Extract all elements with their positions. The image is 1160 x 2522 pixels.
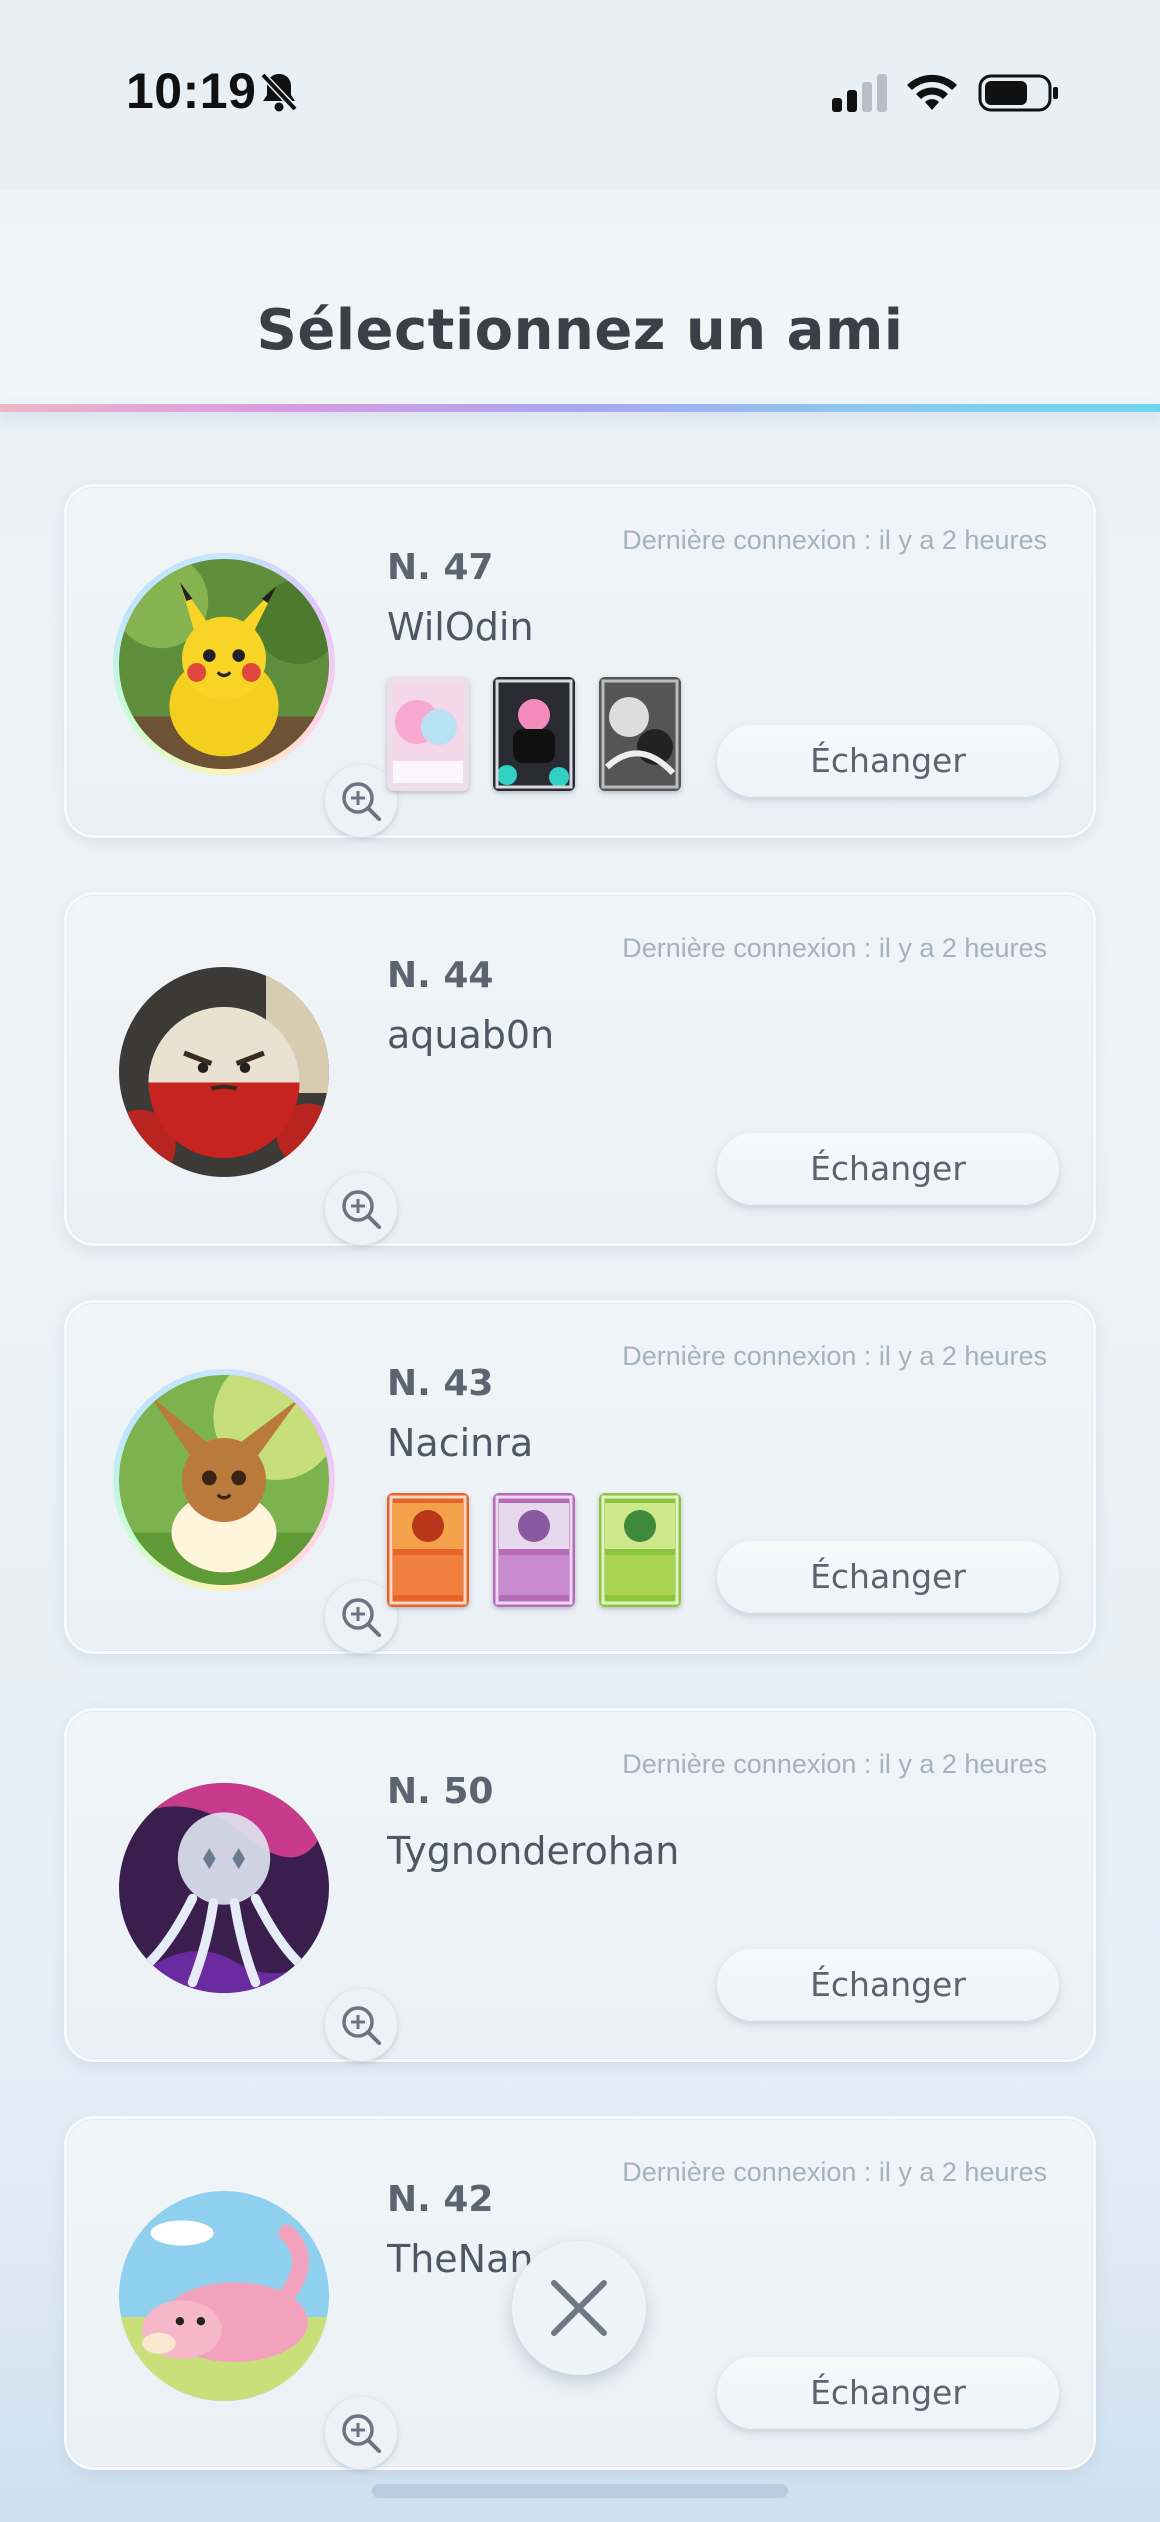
cellular-signal-icon xyxy=(830,74,890,114)
monochrome-card[interactable] xyxy=(599,677,681,791)
trade-button[interactable]: Échanger xyxy=(717,1949,1059,2021)
fire-card[interactable] xyxy=(387,1493,469,1607)
wifi-icon xyxy=(904,70,960,114)
friend-name: WilOdin xyxy=(387,605,534,649)
page-title: Sélectionnez un ami xyxy=(256,298,904,363)
zoom-button[interactable] xyxy=(325,2397,397,2469)
friend-avatar xyxy=(113,553,397,837)
slowpoke-avatar xyxy=(119,2191,329,2401)
friend-number: N. 44 xyxy=(387,955,494,996)
last-login-text: Dernière connexion : il y a 2 heures xyxy=(622,1749,1047,1779)
friend-avatar xyxy=(113,2185,397,2469)
last-login-text: Dernière connexion : il y a 2 heures xyxy=(622,525,1047,555)
zoom-in-icon xyxy=(342,1190,381,1229)
close-icon xyxy=(551,2280,607,2336)
header-divider xyxy=(0,404,1160,412)
friend-number: N. 43 xyxy=(387,1363,494,1404)
psychic-card[interactable] xyxy=(493,1493,575,1607)
friend-card[interactable]: N. 50 Tygnonderohan Dernière connexion :… xyxy=(64,1708,1096,2062)
trade-button[interactable]: Échanger xyxy=(717,1541,1059,1613)
friend-avatar xyxy=(113,1369,397,1653)
zoom-in-icon xyxy=(342,2414,381,2453)
zoom-button[interactable] xyxy=(325,1989,397,2061)
battery-icon xyxy=(978,74,1060,112)
zoom-button[interactable] xyxy=(325,1173,397,1245)
friend-avatar xyxy=(113,961,397,1245)
electrode-plush-avatar xyxy=(119,967,329,1177)
friend-number: N. 47 xyxy=(387,547,494,588)
friend-number: N. 42 xyxy=(387,2179,494,2220)
eevee-avatar xyxy=(119,1375,329,1585)
friend-name: aquab0n xyxy=(387,1013,555,1057)
status-bar: 10:19 xyxy=(0,0,1160,190)
zoom-in-icon xyxy=(342,2006,381,2045)
bewear-card[interactable] xyxy=(493,677,575,791)
nihilego-avatar xyxy=(119,1783,329,1993)
friend-card[interactable]: N. 47 WilOdin Dernière connexion : il y … xyxy=(64,484,1096,838)
trade-button[interactable]: Échanger xyxy=(717,1133,1059,1205)
friend-name: Tygnonderohan xyxy=(387,1829,680,1873)
friend-card[interactable]: N. 44 aquab0n Dernière connexion : il y … xyxy=(64,892,1096,1246)
pikachu-avatar xyxy=(119,559,329,769)
friend-avatar xyxy=(113,1777,397,2061)
friend-name: Nacinra xyxy=(387,1421,534,1465)
last-login-text: Dernière connexion : il y a 2 heures xyxy=(622,933,1047,963)
grass-card[interactable] xyxy=(599,1493,681,1607)
last-login-text: Dernière connexion : il y a 2 heures xyxy=(622,1341,1047,1371)
last-login-text: Dernière connexion : il y a 2 heures xyxy=(622,2157,1047,2187)
home-indicator[interactable] xyxy=(372,2484,788,2498)
friend-card[interactable]: N. 43 Nacinra Dernière connexion : il y … xyxy=(64,1300,1096,1654)
sylveon-card[interactable] xyxy=(387,677,469,791)
trade-button[interactable]: Échanger xyxy=(717,2357,1059,2429)
bell-slash-icon xyxy=(258,70,300,114)
friend-number: N. 50 xyxy=(387,1771,494,1812)
close-button[interactable] xyxy=(512,2241,646,2375)
trade-button[interactable]: Échanger xyxy=(717,725,1059,797)
status-time: 10:19 xyxy=(126,63,257,119)
